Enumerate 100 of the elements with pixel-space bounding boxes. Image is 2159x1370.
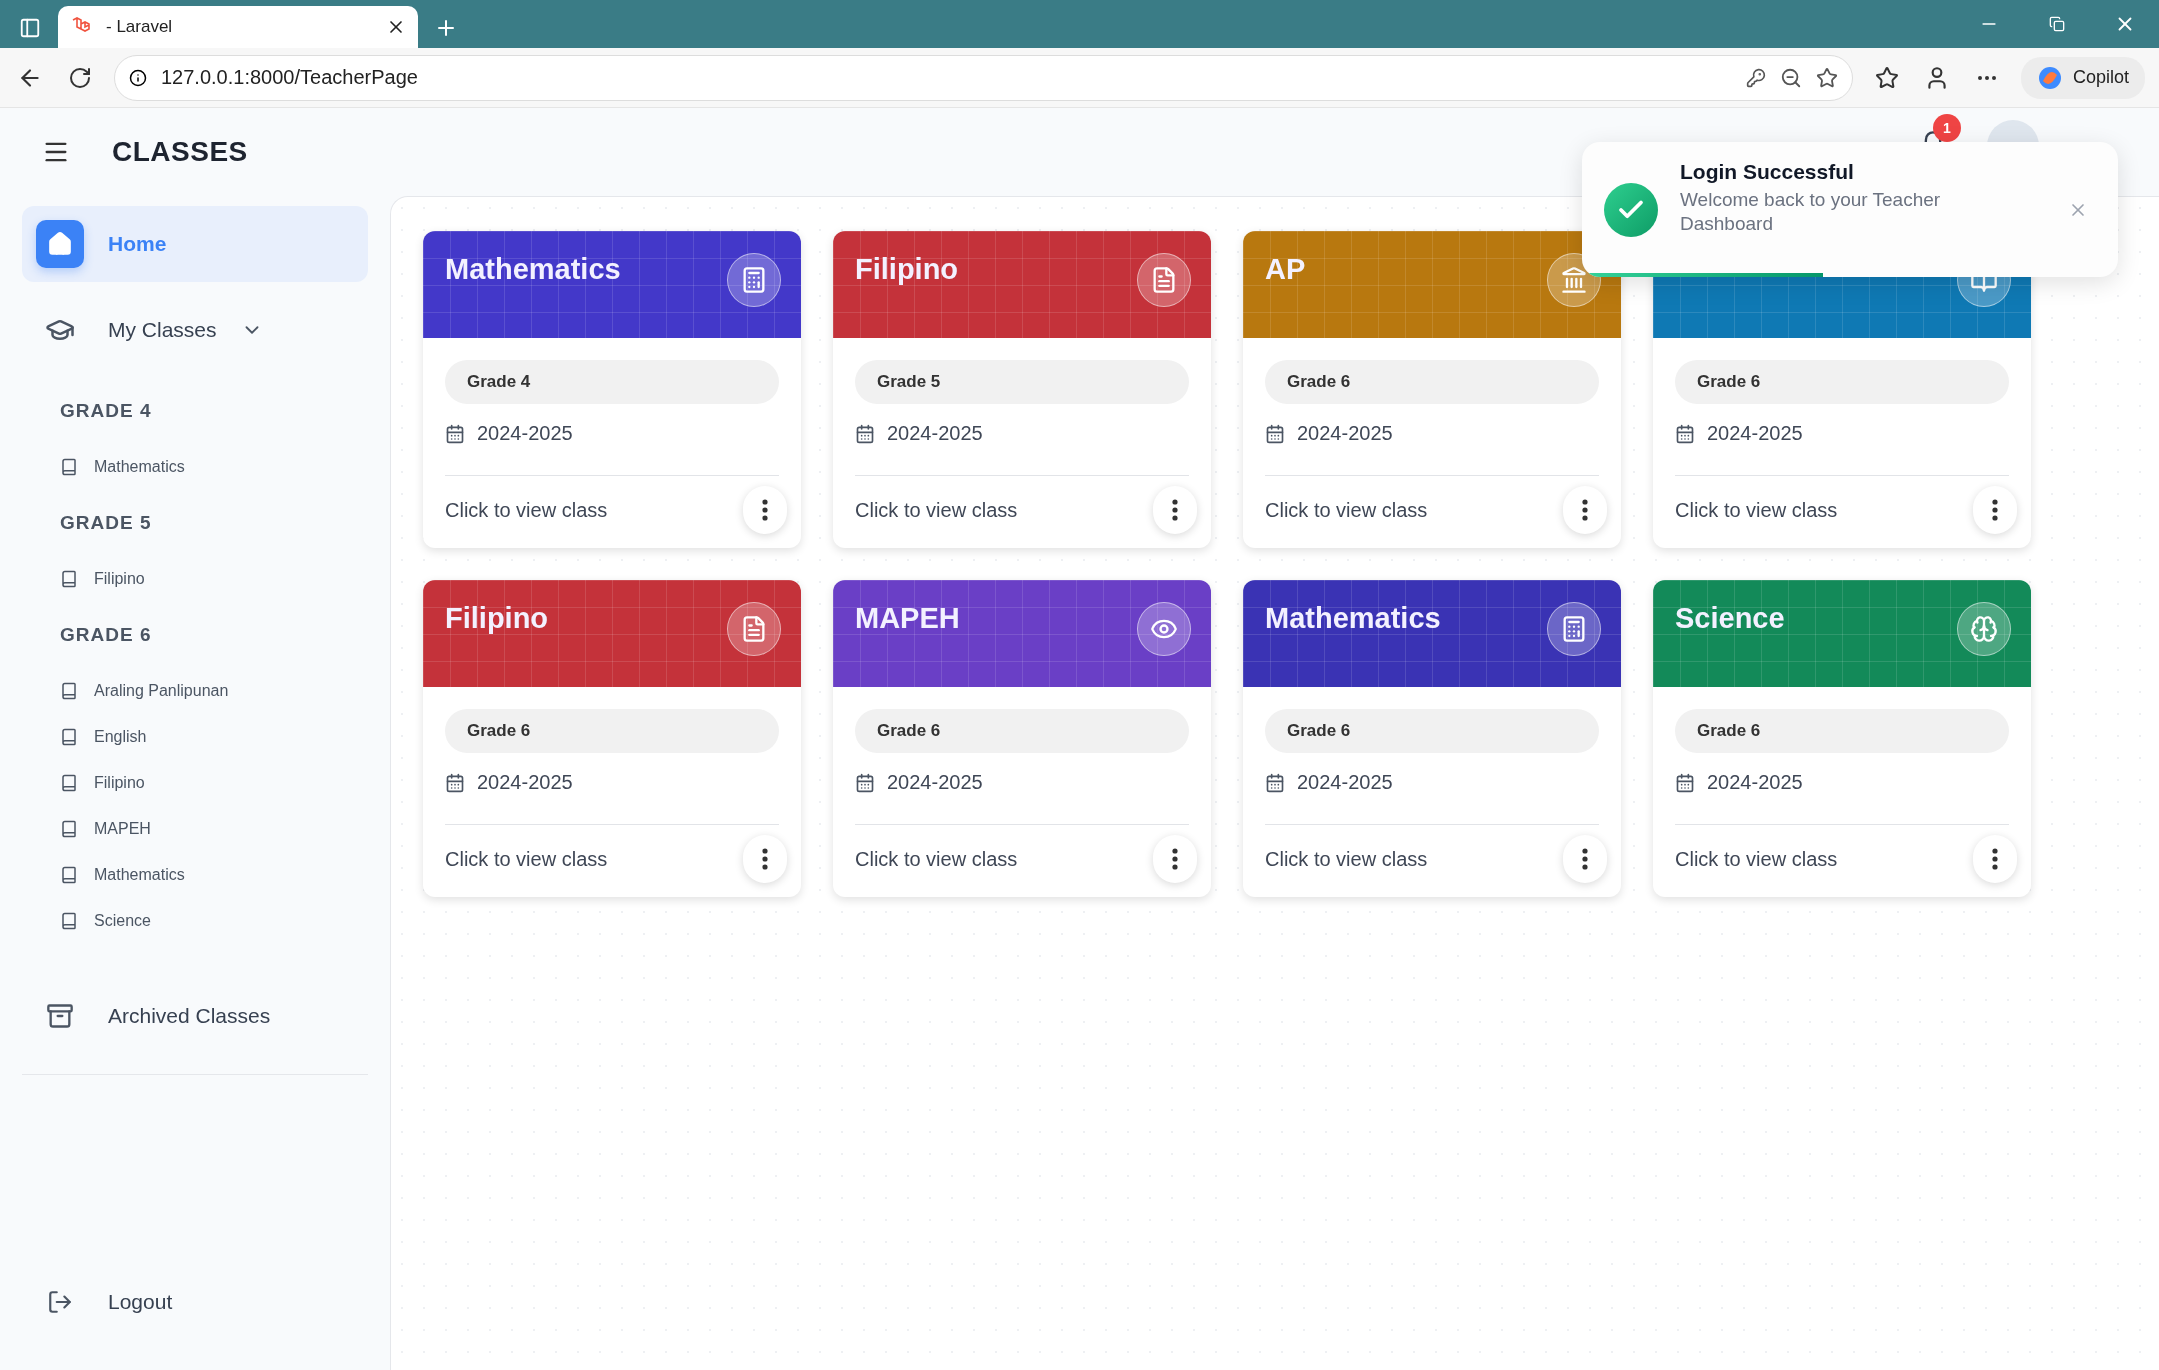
copilot-logo-icon <box>2036 64 2063 91</box>
view-class-link[interactable]: Click to view class <box>1675 847 1838 871</box>
book-icon <box>60 728 78 746</box>
sidebar-item[interactable]: My Classes <box>22 292 368 368</box>
view-class-link[interactable]: Click to view class <box>855 498 1018 522</box>
class-card[interactable]: AP Grade 6 2024-2025 Click to view class <box>1243 231 1621 548</box>
kebab-icon <box>1172 848 1178 870</box>
calendar-icon <box>1265 772 1285 793</box>
book-icon <box>60 820 78 838</box>
grade-tag: Grade 6 <box>1265 709 1599 753</box>
more-options-button[interactable] <box>743 835 787 883</box>
logout-link[interactable]: Logout <box>22 1264 368 1340</box>
calendar-icon <box>855 423 875 444</box>
view-class-link[interactable]: Click to view class <box>445 498 608 522</box>
grade-tag: Grade 4 <box>445 360 779 404</box>
more-options-button[interactable] <box>1973 486 2017 534</box>
key-icon[interactable] <box>1745 67 1766 88</box>
tab-title: - Laravel <box>106 17 174 37</box>
view-class-link[interactable]: Click to view class <box>1265 498 1428 522</box>
more-options-button[interactable] <box>743 486 787 534</box>
copilot-button[interactable]: Copilot <box>2020 56 2145 99</box>
calendar-icon <box>855 772 875 793</box>
grade-heading: GRADE 6 <box>59 623 153 647</box>
school-year: 2024-2025 <box>1707 422 1803 445</box>
calculator-icon <box>1547 602 1601 656</box>
class-title: Mathematics <box>445 253 621 286</box>
document-icon <box>1137 253 1191 307</box>
sidebar-item[interactable]: Archived Classes <box>22 978 368 1054</box>
school-year: 2024-2025 <box>1297 771 1393 794</box>
sidebar-subitem[interactable]: MAPEH <box>22 806 368 852</box>
school-year: 2024-2025 <box>887 422 983 445</box>
grade-tag: Grade 6 <box>1265 360 1599 404</box>
school-year: 2024-2025 <box>1297 422 1393 445</box>
star-icon[interactable] <box>1815 66 1838 89</box>
class-card[interactable]: Mathematics Grade 4 2024-2025 Click to view class <box>423 231 801 548</box>
sidebar-subitem[interactable]: Filipino <box>22 556 368 602</box>
class-title: Filipino <box>855 253 959 286</box>
class-card[interactable]: Filipino Grade 6 2024-2025 Click to view class <box>423 580 801 897</box>
book-icon <box>60 570 78 588</box>
info-icon[interactable] <box>129 68 147 87</box>
kebab-icon <box>1172 499 1178 521</box>
sidebar-subitem[interactable]: English <box>22 714 368 760</box>
calendar-icon <box>445 772 465 793</box>
address-bar[interactable]: 127.0.0.1:8000/TeacherPage <box>114 54 1853 101</box>
view-class-link[interactable]: Click to view class <box>1265 847 1428 871</box>
sidebar-subitem[interactable]: Araling Panlipunan <box>22 668 368 714</box>
document-icon <box>727 602 781 656</box>
grade-heading: GRADE 4 <box>59 399 153 423</box>
class-card[interactable]: Filipino Grade 5 2024-2025 Click to view class <box>833 231 1211 548</box>
kebab-icon <box>1582 848 1588 870</box>
brain-icon <box>1957 602 2011 656</box>
class-card[interactable]: MAPEH Grade 6 2024-2025 Click to view class <box>833 580 1211 897</box>
grade-tag: Grade 6 <box>1675 360 2009 404</box>
calendar-icon <box>445 423 465 444</box>
book-icon <box>60 912 78 930</box>
class-title: AP <box>1265 253 1306 286</box>
school-year: 2024-2025 <box>477 422 573 445</box>
browser-tab[interactable]: - Laravel <box>58 6 418 48</box>
more-options-button[interactable] <box>1563 486 1607 534</box>
book-icon <box>60 682 78 700</box>
sidebar-subitem[interactable]: Mathematics <box>22 444 368 490</box>
sidebar-subitem[interactable]: Filipino <box>22 760 368 806</box>
class-card[interactable]: Mathematics Grade 6 2024-2025 Click to view class <box>1243 580 1621 897</box>
class-title: MAPEH <box>855 602 960 635</box>
more-options-button[interactable] <box>1563 835 1607 883</box>
kebab-icon <box>1992 499 1998 521</box>
grade-tag: Grade 5 <box>855 360 1189 404</box>
page-title: CLASSES <box>112 136 248 168</box>
kebab-icon <box>762 499 768 521</box>
success-check-icon <box>1604 182 1658 237</box>
kebab-icon <box>1992 848 1998 870</box>
school-year: 2024-2025 <box>477 771 573 794</box>
view-class-link[interactable]: Click to view class <box>855 847 1018 871</box>
calculator-icon <box>727 253 781 307</box>
kebab-icon <box>1582 499 1588 521</box>
notification-badge: 1 <box>1933 114 1961 142</box>
calendar-icon <box>1265 423 1285 444</box>
school-year: 2024-2025 <box>1707 771 1803 794</box>
calendar-icon <box>1675 423 1695 444</box>
class-title: Filipino <box>445 602 549 635</box>
more-options-button[interactable] <box>1153 835 1197 883</box>
book-icon <box>60 866 78 884</box>
zoom-out-icon[interactable] <box>1779 66 1802 89</box>
class-title: Mathematics <box>1265 602 1441 635</box>
view-class-link[interactable]: Click to view class <box>445 847 608 871</box>
sidebar-subitem[interactable]: Science <box>22 898 368 944</box>
class-card[interactable]: Science Grade 6 2024-2025 Click to view class <box>1653 580 2031 897</box>
grade-tag: Grade 6 <box>855 709 1189 753</box>
eye-icon <box>1137 602 1191 656</box>
view-class-link[interactable]: Click to view class <box>1675 498 1838 522</box>
grade-heading: GRADE 5 <box>59 511 153 535</box>
sidebar-subitem[interactable]: Mathematics <box>22 852 368 898</box>
class-title: Science <box>1675 602 1785 635</box>
kebab-icon <box>762 848 768 870</box>
more-options-button[interactable] <box>1153 486 1197 534</box>
grade-tag: Grade 6 <box>445 709 779 753</box>
more-options-button[interactable] <box>1973 835 2017 883</box>
book-icon <box>60 774 78 792</box>
book-icon <box>60 458 78 476</box>
calendar-icon <box>1675 772 1695 793</box>
